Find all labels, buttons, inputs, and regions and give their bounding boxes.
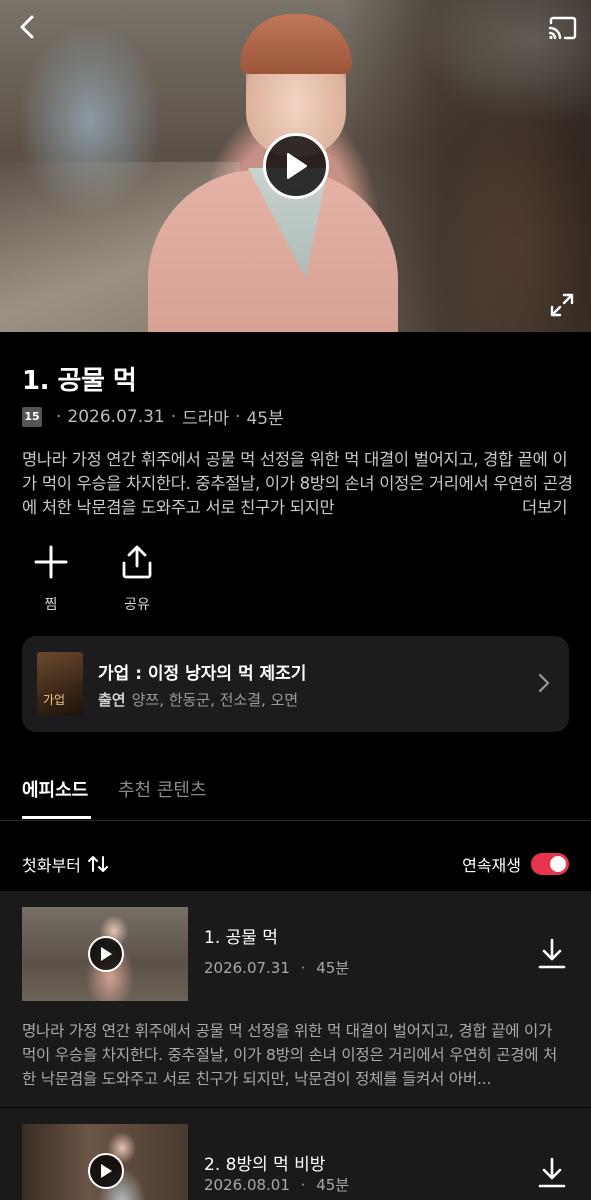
episode-item-duration: 45분 [316, 959, 350, 977]
episode-title: 1. 공물 먹 [22, 366, 137, 396]
meta-separator: · [300, 959, 306, 977]
episode-genre: 드라마 [182, 409, 230, 429]
episode-item-date: 2026.08.01 [204, 1176, 290, 1194]
meta-separator: · [56, 406, 62, 427]
sort-label: 첫화부터 [22, 856, 81, 875]
cast-button[interactable] [543, 10, 583, 46]
cast-names: 양쯔, 한동군, 전소결, 오면 [131, 691, 299, 709]
share-label: 공유 [124, 597, 150, 613]
meta-separator: · [235, 406, 241, 427]
active-tab-indicator [22, 816, 91, 819]
episode-thumbnail[interactable] [22, 1124, 188, 1200]
share-icon [122, 545, 152, 579]
episode-list-item[interactable]: 1. 공물 먹 2026.07.31 · 45분 명나라 가정 연간 휘주에서 … [0, 891, 591, 1107]
sort-button[interactable]: 첫화부터 [22, 852, 109, 876]
more-button[interactable]: 더보기 [500, 496, 568, 520]
episode-date: 2026.07.31 [67, 406, 165, 427]
download-icon[interactable] [537, 937, 567, 971]
thumbnail-play-button[interactable] [88, 936, 124, 972]
episode-name: 1. 공물 먹 [204, 928, 278, 948]
share-button[interactable]: 공유 [105, 544, 169, 614]
autoplay-control: 연속재생 [462, 852, 569, 876]
tab-divider [0, 820, 591, 821]
chevron-right-icon [538, 673, 550, 693]
chevron-left-icon [20, 15, 34, 39]
fullscreen-icon [550, 293, 574, 317]
poster-title: 가업 [43, 693, 66, 707]
cast-icon [548, 16, 577, 40]
series-poster: 가업 [37, 652, 83, 716]
download-icon[interactable] [537, 1156, 567, 1190]
tab-recommended[interactable]: 추천 콘텐츠 [118, 776, 207, 802]
wishlist-label: 찜 [44, 597, 58, 613]
episode-list-item[interactable]: 2. 8방의 먹 비방 2026.08.01 · 45분 [0, 1108, 591, 1200]
back-button[interactable] [8, 8, 46, 46]
video-player[interactable] [0, 0, 591, 332]
episode-name: 2. 8방의 먹 비방 [204, 1155, 326, 1175]
cast-label: 출연 [98, 691, 126, 709]
episode-item-duration: 45분 [316, 1176, 350, 1194]
episode-thumbnail[interactable] [22, 907, 188, 1001]
episode-item-meta: 2026.08.01 · 45분 [204, 1174, 349, 1195]
autoplay-toggle[interactable] [531, 853, 569, 875]
episode-item-description: 명나라 가정 연간 휘주에서 공물 먹 선정을 위한 먹 대결이 벌어지고, 경… [22, 1022, 558, 1088]
thumbnail-play-button[interactable] [88, 1153, 124, 1189]
meta-separator: · [170, 406, 177, 427]
wishlist-button[interactable]: 찜 [19, 544, 83, 614]
episode-duration: 45분 [246, 409, 284, 429]
series-title: 가업 : 이정 낭자의 먹 제조기 [98, 664, 307, 684]
plus-icon [34, 545, 68, 579]
series-info-card[interactable]: 가업 가업 : 이정 낭자의 먹 제조기 출연 양쯔, 한동군, 전소결, 오면 [22, 636, 569, 732]
episode-item-date: 2026.07.31 [204, 959, 290, 977]
video-frame-scarf [240, 14, 352, 74]
meta-separator: · [300, 1176, 306, 1194]
episode-meta: 15 · 2026.07.31 · 드라마 · 45분 [22, 404, 284, 429]
play-icon [287, 153, 307, 179]
series-cast: 출연 양쯔, 한동군, 전소결, 오면 [98, 689, 298, 710]
age-rating-badge: 15 [22, 406, 42, 427]
autoplay-label: 연속재생 [462, 856, 521, 875]
play-icon [101, 947, 112, 961]
fullscreen-button[interactable] [543, 286, 581, 324]
episode-item-meta: 2026.07.31 · 45분 [204, 957, 349, 978]
play-button[interactable] [263, 133, 329, 199]
episode-description: 명나라 가정 연간 휘주에서 공물 먹 선정을 위한 먹 대결이 벌어지고, 경… [22, 450, 573, 517]
play-icon [101, 1164, 112, 1178]
tab-episodes[interactable]: 에피소드 [22, 776, 88, 802]
sort-icon [87, 856, 108, 872]
